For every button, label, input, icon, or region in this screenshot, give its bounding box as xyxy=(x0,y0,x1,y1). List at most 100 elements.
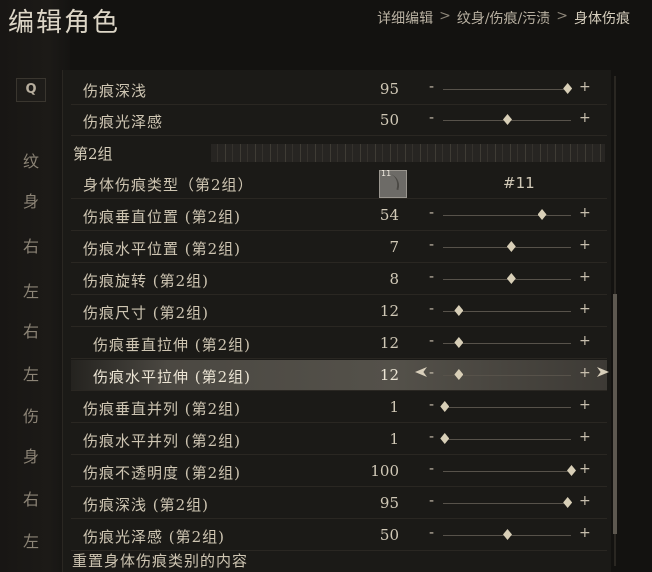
slider-knob[interactable] xyxy=(454,369,464,380)
slider-row[interactable]: 伤痕垂直位置 (第2组) 54 - + xyxy=(71,200,607,231)
breadcrumb-item-detailed-edit[interactable]: 详细编辑 xyxy=(377,8,433,28)
slider-row[interactable]: 伤痕深浅 (第2组) 95 - + xyxy=(71,488,607,519)
slider-knob[interactable] xyxy=(440,401,450,412)
nav-item[interactable]: 身 xyxy=(16,443,46,467)
decrease-button[interactable]: - xyxy=(429,493,434,509)
increase-button[interactable]: + xyxy=(579,205,591,221)
increase-button[interactable]: + xyxy=(579,525,591,541)
slider-track[interactable] xyxy=(443,215,571,216)
increase-button[interactable]: + xyxy=(579,493,591,509)
slider-track[interactable] xyxy=(443,503,571,504)
row-label: 伤痕尺寸 (第2组) xyxy=(83,304,210,322)
decrease-button[interactable]: - xyxy=(429,79,434,95)
increase-button[interactable]: + xyxy=(579,269,591,285)
scar-type-id: #11 xyxy=(503,174,535,192)
nav-item[interactable]: 右 xyxy=(16,486,46,510)
decrease-button[interactable]: - xyxy=(429,525,434,541)
decrease-button[interactable]: - xyxy=(429,269,434,285)
row-label: 伤痕水平并列 (第2组) xyxy=(83,432,242,450)
row-value: 50 xyxy=(379,111,399,129)
slider-row[interactable]: 伤痕深浅 95 - + xyxy=(71,74,607,105)
scar-type-swatch[interactable]: 11 xyxy=(379,169,407,198)
group-header: 第2组 xyxy=(63,140,611,166)
left-arrow-icon[interactable] xyxy=(415,367,427,377)
nav-item[interactable]: 身 xyxy=(16,188,46,212)
row-value: 1 xyxy=(389,398,399,416)
decrease-button[interactable]: - xyxy=(429,110,434,126)
increase-button[interactable]: + xyxy=(579,110,591,126)
slider-knob[interactable] xyxy=(506,241,516,252)
nav-item[interactable]: 左 xyxy=(16,528,46,552)
slider-row[interactable]: 伤痕不透明度 (第2组) 100 - + xyxy=(71,456,607,487)
row-label: 伤痕光泽感 (第2组) xyxy=(83,528,226,546)
row-value: 95 xyxy=(379,80,399,98)
reset-hint: 重置身体伤痕类别的内容 xyxy=(72,552,249,570)
slider-row[interactable]: 伤痕旋转 (第2组) 8 - + xyxy=(71,264,607,295)
breadcrumb-item-body-scar: 身体伤痕 xyxy=(574,11,630,27)
slider-knob[interactable] xyxy=(440,433,450,444)
nav-item[interactable]: 纹 xyxy=(16,148,46,172)
slider-row[interactable]: 伤痕尺寸 (第2组) 12 - + xyxy=(71,296,607,327)
increase-button[interactable]: + xyxy=(579,365,591,381)
slider-knob[interactable] xyxy=(454,305,464,316)
row-value: 7 xyxy=(389,238,399,256)
row-label: 伤痕深浅 xyxy=(83,82,148,100)
scar-type-row[interactable]: 身体伤痕类型（第2组） 11 #11 xyxy=(71,168,607,199)
right-arrow-icon[interactable] xyxy=(597,367,609,377)
slider-knob[interactable] xyxy=(503,529,512,540)
slider-row-selected[interactable]: 伤痕水平拉伸 (第2组) 12 - + xyxy=(71,360,609,391)
slider-track[interactable] xyxy=(443,439,571,440)
nav-item[interactable]: 左 xyxy=(16,361,46,385)
search-icon[interactable]: Q xyxy=(16,78,46,102)
nav-item[interactable]: 伤 xyxy=(16,403,46,427)
row-value: 12 xyxy=(379,302,399,320)
slider-row[interactable]: 伤痕光泽感 50 - + xyxy=(71,105,607,136)
slider-row[interactable]: 伤痕水平位置 (第2组) 7 - + xyxy=(71,232,607,263)
slider-row[interactable]: 伤痕水平并列 (第2组) 1 - + xyxy=(71,424,607,455)
decrease-button[interactable]: - xyxy=(429,397,434,413)
slider-knob[interactable] xyxy=(563,83,573,94)
slider-track[interactable] xyxy=(443,247,571,248)
slider-knob[interactable] xyxy=(537,209,547,220)
decrease-button[interactable]: - xyxy=(429,333,434,349)
slider-knob[interactable] xyxy=(454,337,464,348)
decrease-button[interactable]: - xyxy=(429,429,434,445)
group-label: 第2组 xyxy=(73,145,113,163)
slider-row[interactable]: 伤痕光泽感 (第2组) 50 - + xyxy=(71,520,607,551)
increase-button[interactable]: + xyxy=(579,237,591,253)
ornament-band xyxy=(211,144,605,162)
slider-track[interactable] xyxy=(443,89,571,90)
slider-track[interactable] xyxy=(443,407,571,408)
increase-button[interactable]: + xyxy=(579,429,591,445)
row-value: 100 xyxy=(370,462,399,480)
nav-item[interactable]: 右 xyxy=(16,233,46,257)
decrease-button[interactable]: - xyxy=(429,237,434,253)
slider-knob[interactable] xyxy=(506,273,516,284)
slider-row[interactable]: 伤痕垂直拉伸 (第2组) 12 - + xyxy=(71,328,607,359)
row-label: 伤痕垂直并列 (第2组) xyxy=(83,400,242,418)
decrease-button[interactable]: - xyxy=(429,365,434,381)
row-label: 伤痕垂直拉伸 (第2组) xyxy=(93,336,252,354)
slider-knob[interactable] xyxy=(567,465,576,476)
row-label: 伤痕光泽感 xyxy=(83,113,164,131)
increase-button[interactable]: + xyxy=(579,79,591,95)
increase-button[interactable]: + xyxy=(579,301,591,317)
decrease-button[interactable]: - xyxy=(429,205,434,221)
decrease-button[interactable]: - xyxy=(429,461,434,477)
row-label: 伤痕不透明度 (第2组) xyxy=(83,464,242,482)
increase-button[interactable]: + xyxy=(579,461,591,477)
slider-row[interactable]: 伤痕垂直并列 (第2组) 1 - + xyxy=(71,392,607,423)
slider-track[interactable] xyxy=(443,279,571,280)
nav-item[interactable]: 左 xyxy=(16,278,46,302)
increase-button[interactable]: + xyxy=(579,397,591,413)
scrollbar-thumb[interactable] xyxy=(613,294,617,534)
increase-button[interactable]: + xyxy=(579,333,591,349)
decrease-button[interactable]: - xyxy=(429,301,434,317)
slider-knob[interactable] xyxy=(503,114,512,125)
slider-knob[interactable] xyxy=(563,497,573,508)
breadcrumb-item-tattoo[interactable]: 纹身/伤痕/污渍 xyxy=(457,8,550,28)
scar-mark-icon xyxy=(386,173,402,191)
nav-item[interactable]: 右 xyxy=(16,318,46,342)
row-label: 伤痕深浅 (第2组) xyxy=(83,496,210,514)
slider-track[interactable] xyxy=(443,471,571,472)
